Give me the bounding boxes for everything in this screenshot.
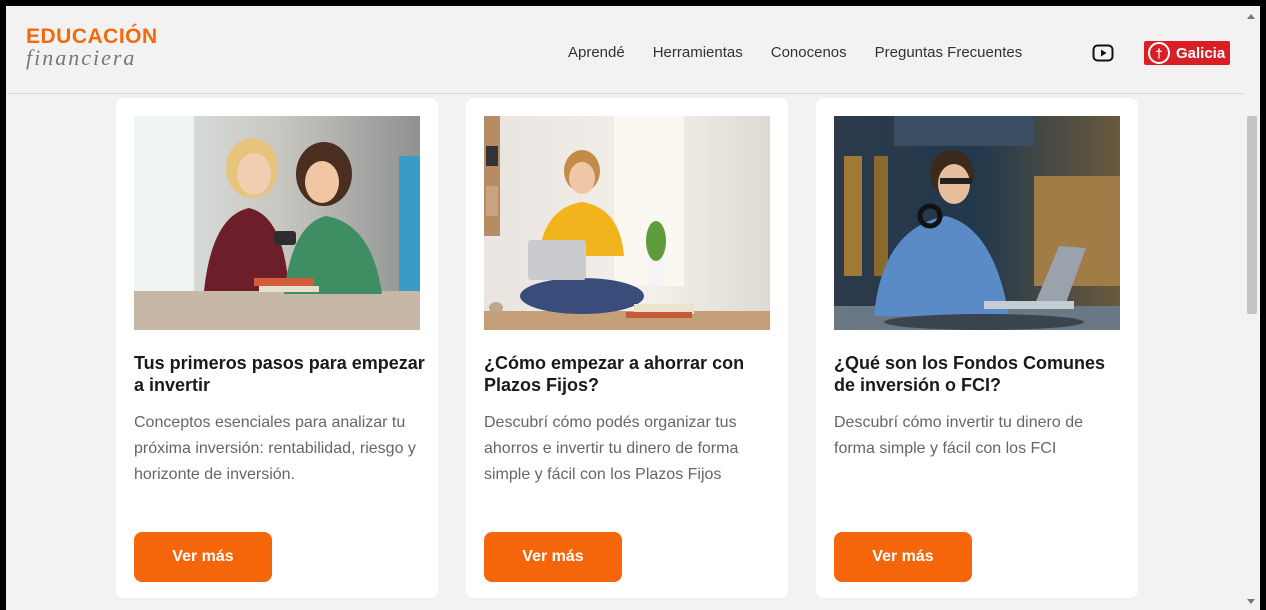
- nav-item-conocenos[interactable]: Conocenos: [771, 44, 847, 61]
- article-card: ¿Cómo empezar a ahorrar con Plazos Fijos…: [466, 98, 788, 598]
- logo-subtitle: financiera: [26, 45, 137, 70]
- site-logo[interactable]: EDUCACIÓN financiera: [26, 26, 158, 70]
- ver-mas-button[interactable]: Ver más: [134, 532, 272, 582]
- nav-item-preguntas-frecuentes[interactable]: Preguntas Frecuentes: [875, 44, 1023, 61]
- scroll-up-arrow-icon[interactable]: [1247, 14, 1255, 19]
- nav-item-aprende[interactable]: Aprendé: [568, 44, 625, 61]
- galicia-logo-button[interactable]: † Galicia: [1144, 41, 1230, 65]
- main-nav: Aprendé Herramientas Conocenos Preguntas…: [568, 44, 1050, 61]
- ver-mas-button[interactable]: Ver más: [484, 532, 622, 582]
- card-image-man-laptop[interactable]: [834, 116, 1120, 330]
- scrollbar-thumb[interactable]: [1247, 116, 1257, 314]
- ver-mas-button[interactable]: Ver más: [834, 532, 972, 582]
- site-header: EDUCACIÓN financiera Aprendé Herramienta…: [6, 6, 1244, 94]
- card-description: Descubrí cómo invertir tu dinero de form…: [834, 414, 1083, 457]
- galicia-label: Galicia: [1176, 44, 1226, 62]
- card-image-two-women-phone[interactable]: [134, 116, 420, 330]
- galicia-cross-icon: †: [1148, 42, 1170, 64]
- browser-viewport: EDUCACIÓN financiera Aprendé Herramienta…: [6, 6, 1260, 610]
- card-title: ¿Cómo empezar a ahorrar con Plazos Fijos…: [484, 353, 745, 395]
- vertical-scrollbar[interactable]: [1244, 6, 1260, 610]
- card-image-woman-laptop[interactable]: [484, 116, 770, 330]
- card-description: Conceptos esenciales para analizar tu pr…: [134, 414, 416, 483]
- nav-item-herramientas[interactable]: Herramientas: [653, 44, 743, 61]
- card-title: ¿Qué son los Fondos Comunes de inversión…: [834, 353, 1106, 395]
- article-card: ¿Qué son los Fondos Comunes de inversión…: [816, 98, 1138, 598]
- card-title: Tus primeros pasos para empezar a invert…: [134, 353, 425, 395]
- card-description: Descubrí cómo podés organizar tus ahorro…: [484, 414, 739, 483]
- youtube-icon[interactable]: [1092, 44, 1114, 62]
- article-card: Tus primeros pasos para empezar a invert…: [116, 98, 438, 598]
- scroll-down-arrow-icon[interactable]: [1247, 599, 1255, 604]
